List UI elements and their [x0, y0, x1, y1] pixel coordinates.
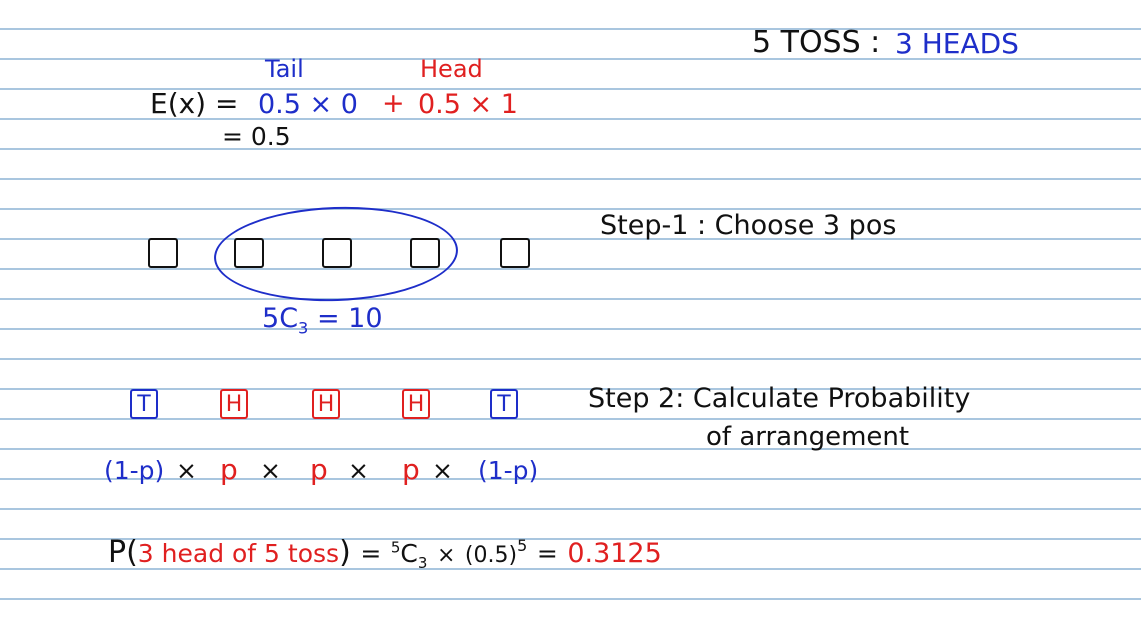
expectation-head-term: 0.5 × 1	[418, 89, 518, 120]
head-label: Head	[420, 55, 483, 83]
combination-c: C	[279, 303, 299, 334]
term-7: p	[402, 453, 420, 486]
outcome-box-3-letter: H	[317, 391, 335, 417]
final-p-close: )	[339, 535, 351, 570]
final-answer: 0.3125	[567, 538, 662, 569]
outcome-box-4: H	[402, 389, 430, 419]
outcome-box-5: T	[490, 389, 518, 419]
step2-label-line1: Step 2: Calculate Probability	[588, 383, 971, 414]
term-1: (1-p)	[104, 456, 165, 485]
term-2: ×	[176, 456, 197, 485]
final-base: (0.5)	[464, 543, 518, 568]
combination-n: 5	[262, 303, 280, 334]
term-8: ×	[432, 456, 453, 485]
final-exponent: 5	[517, 536, 528, 555]
term-3: p	[220, 453, 238, 486]
outcome-box-1-letter: T	[137, 391, 151, 417]
term-4: ×	[260, 456, 281, 485]
combination-value: = 10	[316, 303, 383, 334]
final-combo-k: 3	[417, 554, 428, 572]
expectation-lhs: E(x) =	[150, 87, 239, 120]
final-event: 3 head of 5 toss	[137, 539, 340, 568]
step2-label-line2: of arrangement	[706, 422, 910, 452]
header-heads-count: 3 HEADS	[895, 27, 1019, 60]
header-toss-count: 5 TOSS :	[752, 25, 881, 60]
position-box-1	[148, 238, 178, 268]
outcome-box-3: H	[312, 389, 340, 419]
final-equals-2: =	[536, 539, 558, 568]
final-combo-c: C	[400, 539, 418, 568]
step1-label: Step-1 : Choose 3 pos	[600, 210, 897, 241]
outcome-box-2: H	[220, 389, 248, 419]
final-times: ×	[436, 543, 456, 568]
expectation-plus: +	[382, 88, 405, 119]
outcome-box-1: T	[130, 389, 158, 419]
expectation-tail-term: 0.5 × 0	[258, 89, 358, 120]
tail-label: Tail	[265, 55, 304, 83]
final-combo-n: 5	[390, 538, 401, 557]
final-equals-1: =	[360, 539, 382, 568]
term-5: p	[310, 453, 328, 486]
expectation-result: = 0.5	[222, 122, 291, 151]
final-equation: P(3 head of 5 toss) = 5C3 × (0.5)5 = 0.3…	[108, 538, 662, 571]
position-box-5	[500, 238, 530, 268]
combination-expression: 5C3 = 10	[262, 305, 383, 337]
outcome-box-4-letter: H	[407, 391, 425, 417]
term-6: ×	[348, 456, 369, 485]
outcome-box-5-letter: T	[497, 391, 511, 417]
combination-k: 3	[298, 318, 309, 338]
term-9: (1-p)	[478, 456, 539, 485]
outcome-box-2-letter: H	[225, 391, 243, 417]
final-p-open: P(	[108, 535, 138, 570]
